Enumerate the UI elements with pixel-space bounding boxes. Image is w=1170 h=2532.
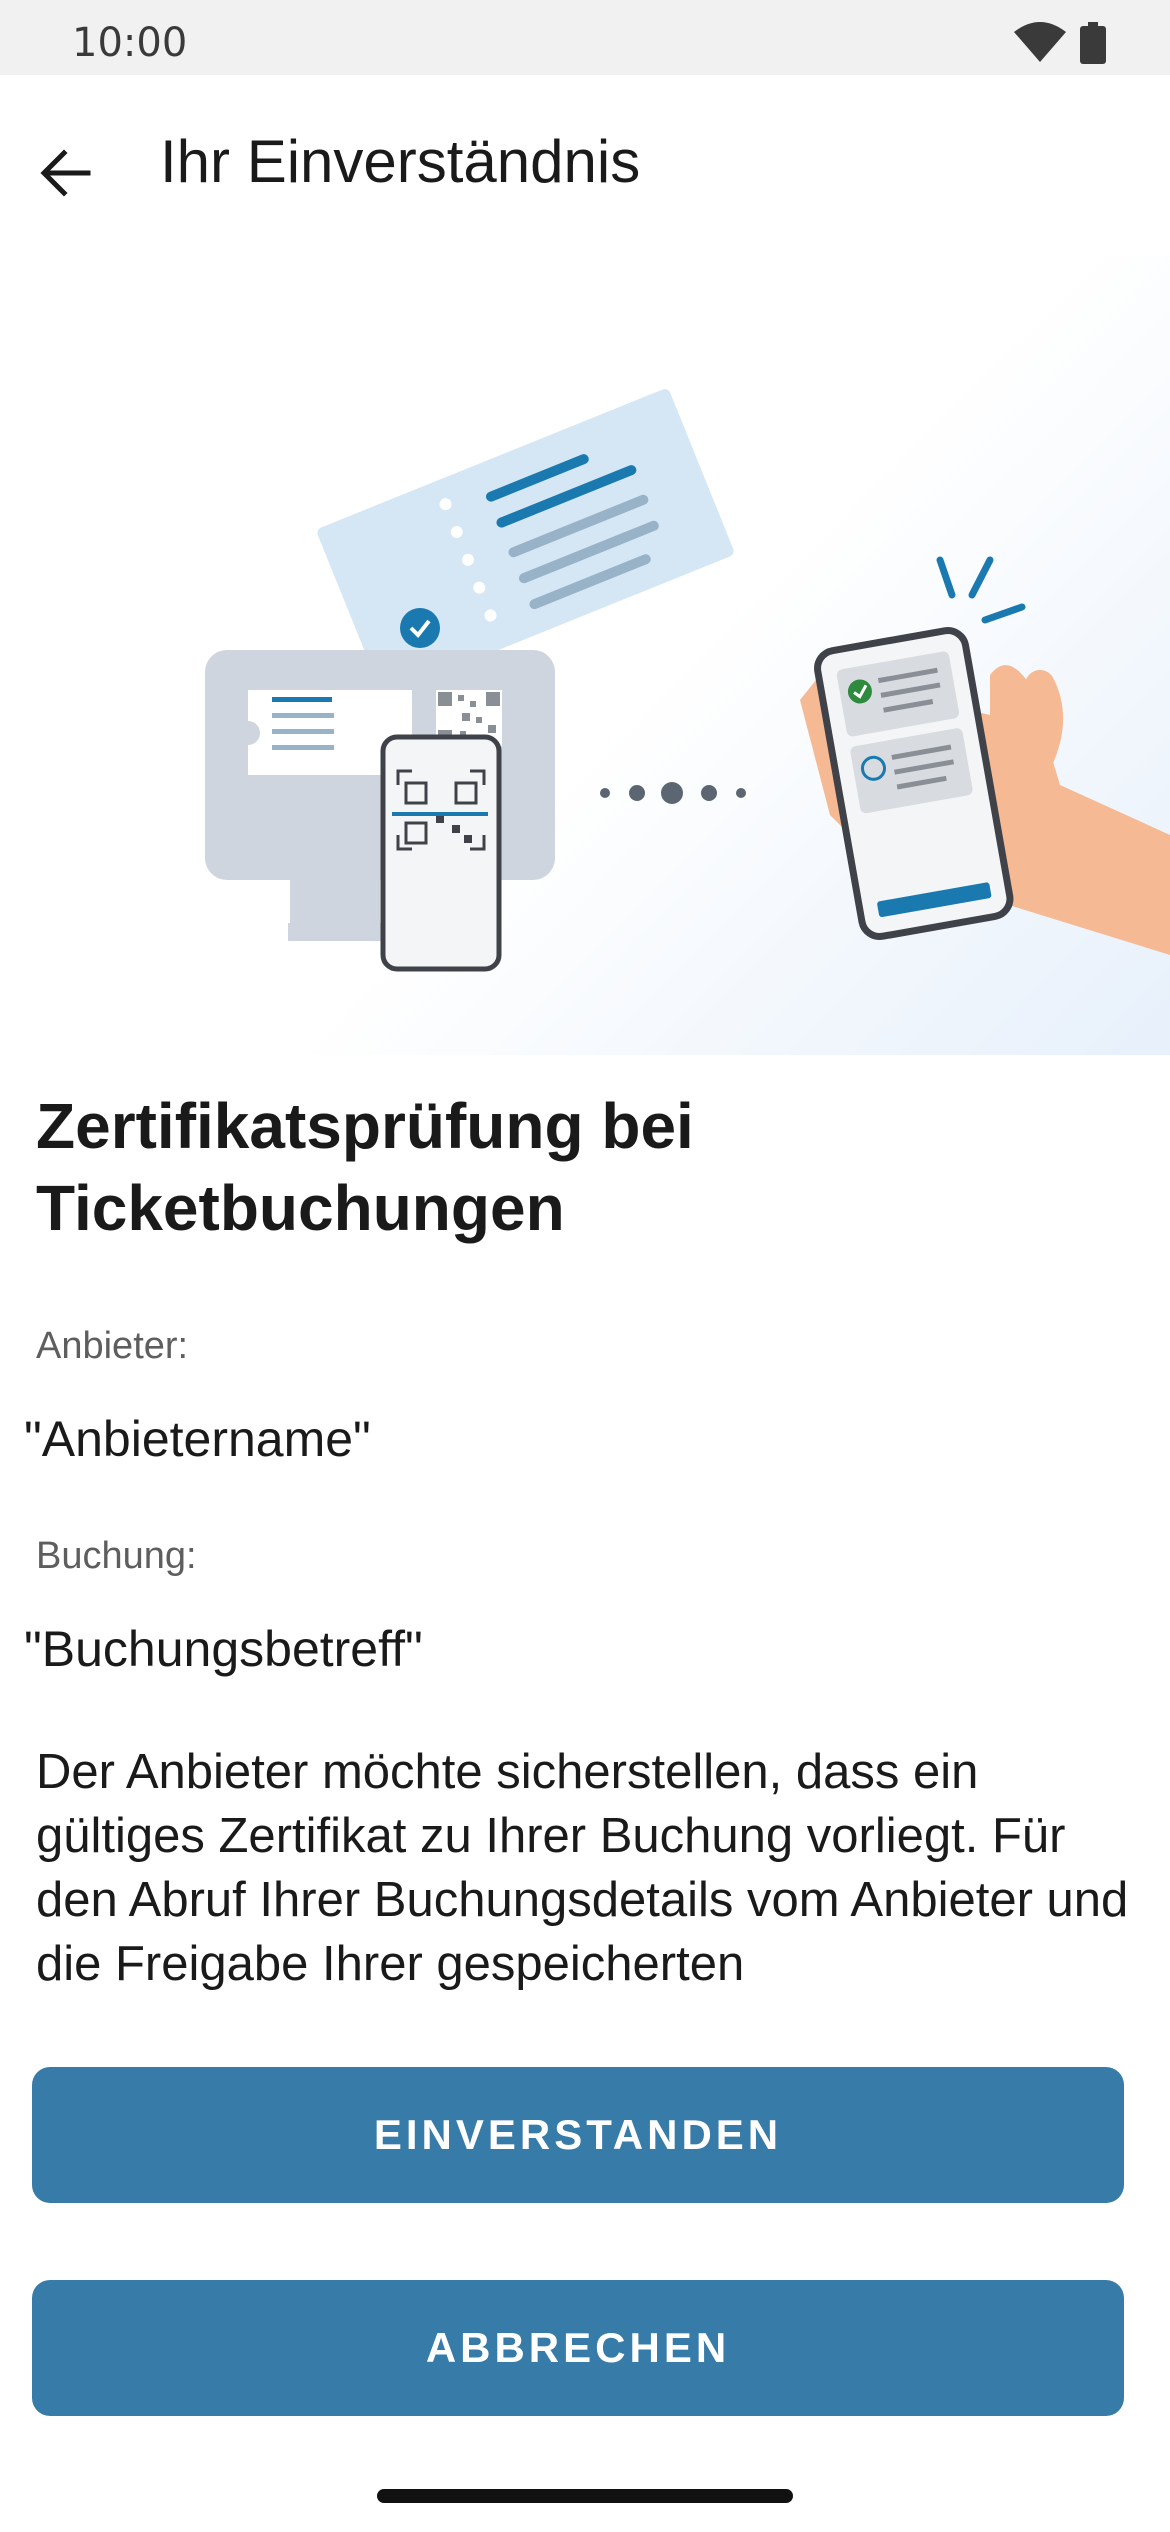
status-time: 10:00: [72, 20, 188, 66]
monitor-graphic: [205, 650, 555, 941]
section-heading: Zertifikatsprüfung bei Ticketbuchungen: [36, 1090, 694, 1244]
booking-label: Buchung:: [36, 1535, 197, 1577]
hero-illustration: [0, 255, 1170, 1055]
battery-icon: [1080, 22, 1106, 64]
wifi-icon: [1014, 22, 1066, 62]
scanning-phone-graphic: [380, 734, 502, 972]
verified-badge: [400, 608, 440, 648]
provider-label: Anbieter:: [36, 1325, 189, 1367]
home-indicator[interactable]: [377, 2489, 793, 2503]
consent-illustration: [205, 389, 1170, 972]
notification-lines: [936, 556, 1026, 624]
back-button[interactable]: [30, 135, 106, 211]
cancel-button-label: ABBRECHEN: [425, 2324, 731, 2371]
accept-button[interactable]: EINVERSTANDEN: [32, 2067, 1124, 2203]
accept-button-label: EINVERSTANDEN: [373, 2111, 783, 2158]
hand-phone-graphic: [800, 556, 1170, 955]
connection-dots: [600, 782, 746, 804]
app-bar: Ihr Einverständnis: [0, 75, 1170, 255]
arrow-left-icon: [40, 149, 91, 197]
provider-value: "Anbietername": [24, 1411, 371, 1467]
status-bar: 10:00: [0, 0, 1170, 75]
consent-description: Der Anbieter möchte sicherstellen, dass …: [36, 1745, 1129, 1991]
cancel-button[interactable]: ABBRECHEN: [32, 2280, 1124, 2416]
booking-value: "Buchungsbetreff": [24, 1621, 423, 1677]
page-title: Ihr Einverständnis: [160, 128, 641, 195]
